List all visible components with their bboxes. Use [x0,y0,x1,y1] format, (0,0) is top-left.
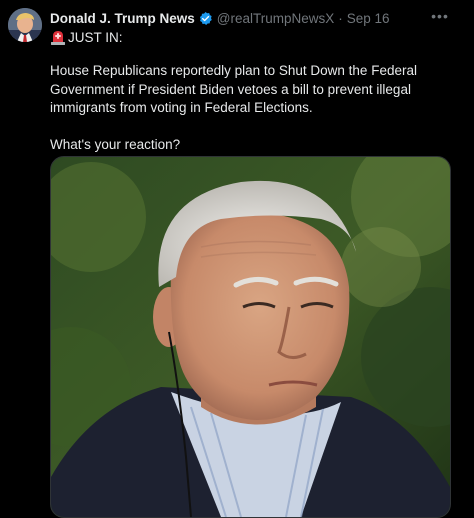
headline-line: JUST IN: [50,28,123,46]
more-options-icon: ••• [431,8,449,24]
tweet-paragraph-2: What's your reaction? [50,136,181,152]
user-handle[interactable]: @realTrumpNewsX [217,11,334,26]
avatar[interactable] [8,8,42,42]
tweet-paragraph-1: House Republicans reportedly plan to Shu… [50,63,417,115]
separator-dot: · [338,10,343,26]
timestamp[interactable]: Sep 16 [347,11,390,26]
tweet-card[interactable]: Donald J. Trump News @realTrumpNewsX · S… [0,0,474,518]
more-options-button[interactable]: ••• [428,6,452,26]
headline-text: JUST IN: [68,29,123,45]
tweet-photo[interactable] [50,156,451,518]
siren-emoji-icon [50,29,66,45]
tweet-body: House Republicans reportedly plan to Shu… [50,62,450,154]
verified-badge-icon[interactable] [198,11,213,26]
display-name[interactable]: Donald J. Trump News [50,11,195,26]
tweet-header: Donald J. Trump News @realTrumpNewsX · S… [50,9,390,27]
